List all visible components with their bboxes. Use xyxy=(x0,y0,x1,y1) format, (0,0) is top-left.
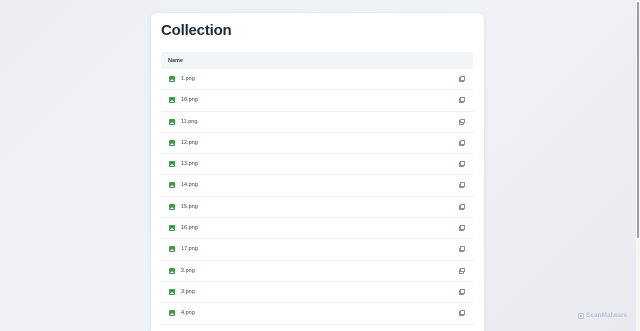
image-icon xyxy=(169,76,175,82)
copy-icon[interactable] xyxy=(459,225,465,232)
copy-icon[interactable] xyxy=(459,139,465,146)
file-table: Name 1.png 10.png 11.png 12.png 13.png 1… xyxy=(161,52,473,325)
watermark-text: ScanMalware xyxy=(586,312,628,319)
file-name[interactable]: 12.png xyxy=(181,140,198,146)
copy-icon[interactable] xyxy=(459,182,465,189)
copy-icon[interactable] xyxy=(459,161,465,168)
image-icon xyxy=(169,225,175,232)
copy-icon[interactable] xyxy=(459,288,465,295)
copy-icon[interactable] xyxy=(459,267,465,274)
file-name[interactable]: 3.png xyxy=(181,289,195,295)
image-icon xyxy=(169,182,175,189)
table-row[interactable]: 1.png xyxy=(161,69,473,91)
page-title: Collection xyxy=(161,22,232,39)
file-name[interactable]: 17.png xyxy=(181,246,198,252)
table-row[interactable]: 2.png xyxy=(161,261,473,282)
copy-icon[interactable] xyxy=(459,118,465,125)
image-icon xyxy=(169,310,175,317)
column-header-name: Name xyxy=(168,57,183,64)
table-row[interactable]: 4.png xyxy=(161,303,473,325)
table-row[interactable]: 12.png xyxy=(161,133,473,155)
file-name[interactable]: 10.png xyxy=(181,97,198,103)
table-row[interactable]: 3.png xyxy=(161,282,473,304)
image-icon xyxy=(169,118,175,125)
file-name[interactable]: 4.png xyxy=(181,310,195,316)
image-icon xyxy=(169,139,175,146)
file-name[interactable]: 1.png xyxy=(181,76,195,82)
copy-icon[interactable] xyxy=(459,76,465,82)
image-icon xyxy=(169,97,175,104)
page: Collection Name 1.png 10.png 11.png 12.p… xyxy=(0,0,640,331)
copy-icon[interactable] xyxy=(459,97,465,104)
table-row[interactable]: 14.png xyxy=(161,175,473,197)
scanmalware-logo-icon xyxy=(578,312,584,319)
table-row[interactable]: 10.png xyxy=(161,90,473,112)
file-name[interactable]: 2.png xyxy=(181,268,195,274)
table-row[interactable]: 11.png xyxy=(161,112,473,133)
copy-icon[interactable] xyxy=(459,246,465,253)
image-icon xyxy=(169,161,175,168)
collection-card: Collection Name 1.png 10.png 11.png 12.p… xyxy=(151,13,484,331)
image-icon xyxy=(169,246,175,253)
file-name[interactable]: 15.png xyxy=(181,204,198,210)
scrollbar-thumb[interactable] xyxy=(637,2,639,238)
copy-icon[interactable] xyxy=(459,310,465,317)
table-row[interactable]: 13.png xyxy=(161,154,473,176)
file-name[interactable]: 13.png xyxy=(181,161,198,167)
image-icon xyxy=(169,288,175,295)
image-icon xyxy=(169,203,175,210)
file-name[interactable]: 16.png xyxy=(181,225,198,231)
file-name[interactable]: 11.png xyxy=(181,119,197,125)
image-icon xyxy=(169,267,175,274)
table-row[interactable]: 16.png xyxy=(161,218,473,240)
watermark: ScanMalware xyxy=(578,312,627,319)
file-name[interactable]: 14.png xyxy=(181,182,198,188)
scrollbar[interactable] xyxy=(636,0,640,331)
copy-icon[interactable] xyxy=(459,203,465,210)
table-row[interactable]: 17.png xyxy=(161,239,473,261)
table-header: Name xyxy=(161,52,473,69)
table-row[interactable]: 15.png xyxy=(161,197,473,219)
